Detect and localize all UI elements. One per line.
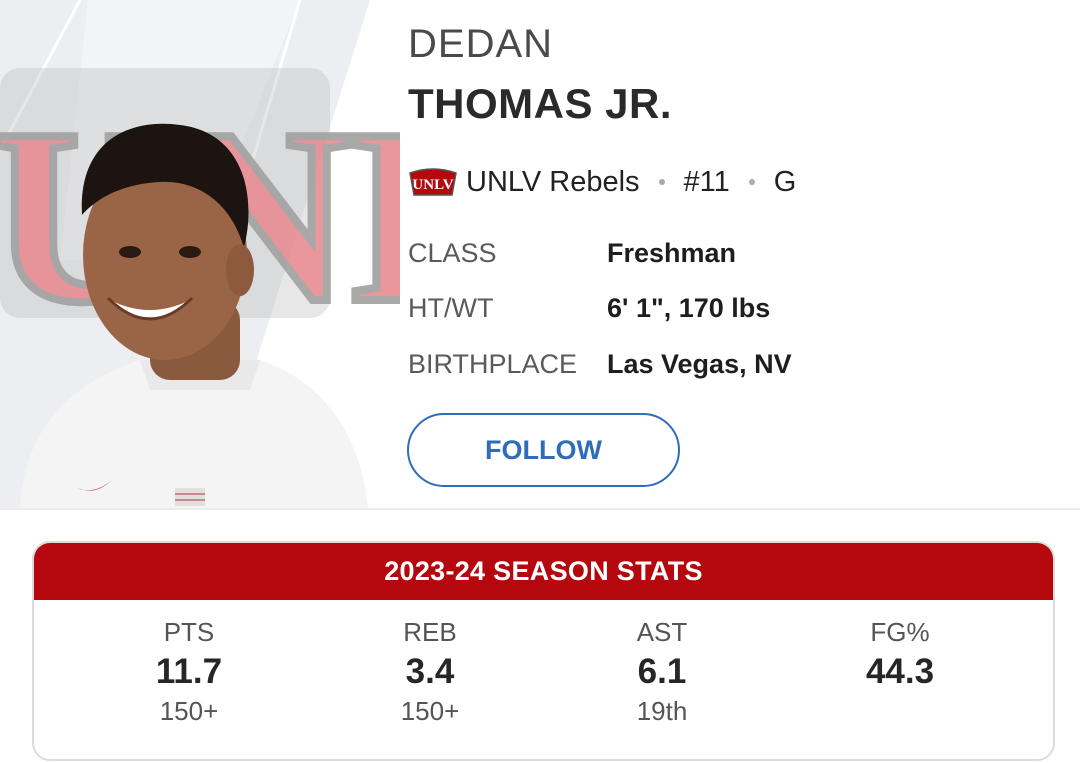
player-position: G bbox=[773, 165, 797, 198]
separator-dot bbox=[748, 179, 755, 185]
team-logo-icon: UNLV bbox=[409, 168, 457, 196]
stat-rebounds: REB 3.4 150+ bbox=[330, 617, 530, 729]
stat-rank bbox=[800, 693, 1000, 729]
stat-value: 6.1 bbox=[637, 652, 687, 691]
stat-assists: AST 6.1 19th bbox=[562, 617, 762, 729]
bio-row-height-weight: HT/WT 6' 1", 170 lbs bbox=[408, 290, 770, 326]
player-last-name: THOMAS JR. bbox=[408, 80, 673, 127]
jersey-number: #11 bbox=[683, 165, 730, 198]
stat-label: FG% bbox=[870, 617, 930, 647]
svg-text:UNLV: UNLV bbox=[412, 177, 453, 193]
bio-value: Las Vegas, NV bbox=[607, 348, 792, 379]
stat-rank: 150+ bbox=[400, 696, 460, 726]
section-divider bbox=[0, 508, 1080, 510]
bio-value: Freshman bbox=[607, 237, 737, 268]
bio-label: HT/WT bbox=[408, 292, 494, 323]
bio-row-class: CLASS Freshman bbox=[408, 235, 736, 271]
season-stats-card: 2023-24 SEASON STATS PTS 11.7 150+ REB 3… bbox=[32, 541, 1055, 761]
stat-value: 44.3 bbox=[865, 652, 935, 691]
stat-value: 3.4 bbox=[405, 652, 455, 691]
stat-points: PTS 11.7 150+ bbox=[89, 617, 289, 729]
season-stats-title: 2023-24 SEASON STATS bbox=[34, 543, 1053, 600]
stat-label: AST bbox=[636, 617, 688, 647]
stat-rank: 19th bbox=[636, 696, 688, 726]
follow-button[interactable]: FOLLOW bbox=[407, 413, 680, 487]
bio-label: BIRTHPLACE bbox=[408, 348, 578, 379]
stat-label: PTS bbox=[163, 617, 215, 647]
stat-field-goal-pct: FG% 44.3 bbox=[800, 617, 1000, 729]
team-info-row: UNLV UNLV Rebels #11 G bbox=[408, 162, 796, 202]
bio-label: CLASS bbox=[408, 237, 497, 268]
team-name[interactable]: UNLV Rebels bbox=[466, 166, 640, 199]
bio-value: 6' 1", 170 lbs bbox=[607, 292, 771, 323]
stat-label: REB bbox=[403, 617, 457, 647]
separator-dot bbox=[658, 179, 665, 185]
player-first-name: DEDAN bbox=[408, 22, 554, 66]
stat-rank: 150+ bbox=[159, 696, 219, 726]
bio-row-birthplace: BIRTHPLACE Las Vegas, NV bbox=[408, 346, 792, 382]
player-photo: UNLV bbox=[0, 0, 400, 508]
player-header: UNLV DEDAN THOMAS J bbox=[0, 0, 1080, 508]
stat-value: 11.7 bbox=[155, 652, 223, 691]
